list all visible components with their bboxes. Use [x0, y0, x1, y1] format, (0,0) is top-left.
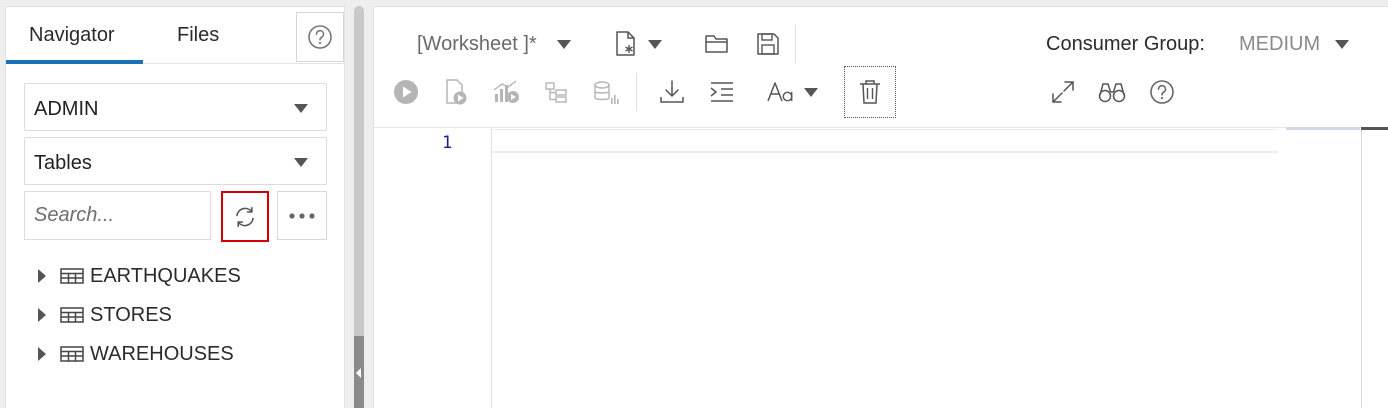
navigator-tabs: Navigator Files	[6, 7, 344, 64]
editor-scrollbar-thumb[interactable]	[1361, 127, 1388, 130]
expand-triangle-icon[interactable]	[38, 308, 46, 322]
run-script-icon	[446, 79, 467, 105]
object-type-select[interactable]: Tables	[24, 137, 327, 185]
tree-item-warehouses[interactable]: WAREHOUSES	[38, 339, 234, 369]
object-type-select-value: Tables	[34, 152, 92, 174]
expand-triangle-icon[interactable]	[38, 347, 46, 361]
editor-top-border	[374, 127, 1388, 128]
help-circle-icon	[308, 25, 332, 49]
chevron-down-icon	[804, 87, 818, 97]
tree-item-label: EARTHQUAKES	[90, 264, 241, 287]
collapse-left-icon[interactable]	[356, 368, 361, 378]
tree-item-stores[interactable]: STORES	[38, 300, 172, 330]
schema-select[interactable]: ADMIN	[24, 83, 327, 131]
download-icon	[660, 80, 684, 103]
tab-navigator[interactable]: Navigator	[29, 24, 115, 47]
find-button[interactable]	[1098, 80, 1126, 104]
worksheet-title[interactable]: [Worksheet ]*	[417, 33, 537, 56]
sql-editor[interactable]	[492, 129, 1278, 153]
table-icon	[60, 268, 84, 284]
refresh-icon	[236, 206, 254, 227]
expand-button[interactable]	[1050, 79, 1076, 105]
sql-tuning-button[interactable]	[593, 80, 619, 106]
run-statement-button[interactable]	[393, 79, 419, 105]
toolbar-divider	[636, 73, 637, 111]
chevron-down-icon[interactable]	[1335, 40, 1349, 49]
table-icon	[60, 346, 84, 362]
editor-overview-ruler	[1286, 127, 1360, 130]
refresh-button[interactable]	[221, 191, 269, 242]
explain-plan-button[interactable]	[492, 80, 520, 104]
new-worksheet-button[interactable]	[614, 30, 662, 58]
navigator-panel: Navigator Files ADMIN Tables Search... E…	[5, 6, 345, 408]
save-icon	[757, 33, 779, 55]
navigator-help-button[interactable]	[296, 12, 344, 62]
expand-triangle-icon[interactable]	[38, 269, 46, 283]
search-field	[24, 191, 211, 240]
download-button[interactable]	[659, 79, 685, 105]
run-icon	[394, 80, 418, 104]
chevron-down-icon	[294, 158, 308, 167]
worksheet-toolbar-bottom	[374, 66, 1388, 118]
explain-plan-icon	[493, 80, 519, 103]
active-tab-indicator	[6, 60, 143, 64]
chevron-down-icon[interactable]	[557, 40, 571, 49]
autotrace-button[interactable]	[544, 81, 568, 103]
clear-button[interactable]	[844, 66, 896, 118]
search-input[interactable]	[25, 192, 210, 239]
worksheet-help-button[interactable]	[1149, 79, 1175, 105]
expand-icon	[1052, 81, 1074, 103]
format-button[interactable]	[709, 81, 735, 103]
chevron-down-icon	[648, 39, 662, 49]
sql-tuning-icon	[594, 81, 619, 104]
consumer-group-label: Consumer Group:	[1046, 33, 1205, 55]
panel-splitter[interactable]	[354, 6, 364, 408]
tree-item-label: WAREHOUSES	[90, 342, 234, 365]
font-size-button[interactable]	[766, 80, 818, 104]
worksheet-panel: [Worksheet ]* Consumer Group: MEDIUM 1	[373, 6, 1388, 408]
font-size-icon	[767, 82, 793, 102]
tree-item-earthquakes[interactable]: EARTHQUAKES	[38, 261, 241, 291]
worksheet-toolbar-top: [Worksheet ]* Consumer Group: MEDIUM	[374, 21, 1388, 67]
editor-gutter-border	[491, 128, 492, 408]
save-button[interactable]	[756, 32, 780, 56]
open-folder-icon	[705, 35, 728, 53]
run-script-button[interactable]	[444, 78, 468, 106]
tab-files[interactable]: Files	[177, 24, 219, 47]
toolbar-divider	[795, 25, 796, 63]
schema-select-value: ADMIN	[34, 98, 99, 120]
chevron-down-icon	[294, 104, 308, 113]
table-icon	[60, 307, 84, 323]
consumer-group-select[interactable]: MEDIUM	[1239, 33, 1320, 56]
open-button[interactable]	[704, 33, 730, 55]
format-icon	[710, 82, 733, 102]
new-file-icon	[616, 31, 635, 56]
more-horizontal-icon	[289, 212, 315, 219]
line-number: 1	[442, 133, 453, 153]
help-circle-icon	[1150, 80, 1174, 104]
binoculars-icon	[1098, 83, 1126, 103]
more-actions-button[interactable]	[277, 191, 327, 240]
trash-icon	[860, 80, 880, 104]
tree-item-label: STORES	[90, 303, 172, 326]
autotrace-icon	[545, 82, 567, 103]
editor-scrollbar[interactable]	[1361, 127, 1362, 408]
